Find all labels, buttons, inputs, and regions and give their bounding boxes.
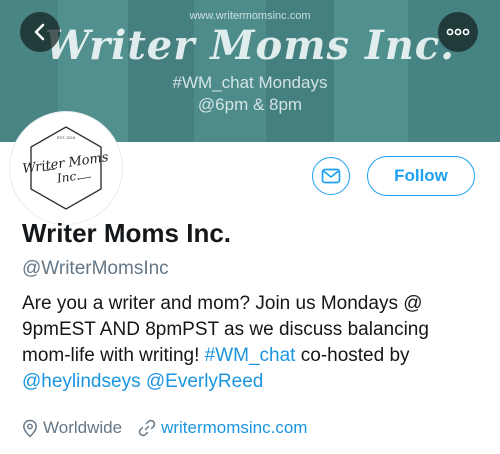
banner-hashtag-line: #WM_chat Mondays: [172, 73, 328, 92]
profile-page: www.writermomsinc.com Writer Moms Inc. #…: [0, 0, 500, 454]
username-handle: @WriterMomsInc: [22, 258, 169, 279]
website-link[interactable]: writermomsinc.com: [161, 418, 307, 438]
hashtag-link[interactable]: #WM_chat: [205, 345, 296, 366]
profile-meta: Worldwide writermomsinc.com: [22, 418, 307, 438]
banner-title: Writer Moms Inc.: [44, 22, 456, 69]
avatar[interactable]: EST. 2016 Writer Moms Inc.: [10, 112, 122, 224]
message-button[interactable]: [312, 157, 350, 195]
location-pin-icon: [23, 419, 37, 438]
banner-url-text: www.writermomsinc.com: [189, 10, 311, 22]
location: Worldwide: [22, 418, 122, 438]
writer-moms-logo: EST. 2016 Writer Moms Inc.: [22, 126, 110, 210]
more-options-button[interactable]: [438, 12, 478, 52]
back-button[interactable]: [20, 12, 60, 52]
logo-line-2: Inc.: [55, 169, 81, 186]
logo-est-text: EST. 2016: [57, 135, 76, 140]
mention-link-everlyreed[interactable]: @EverlyReed: [146, 371, 264, 392]
more-dots-icon: [446, 28, 470, 36]
display-name: Writer Moms Inc.: [22, 218, 232, 248]
bio: Are you a writer and mom? Join us Monday…: [22, 291, 482, 395]
envelope-icon: [321, 168, 341, 184]
chevron-left-icon: [34, 23, 45, 41]
location-text: Worldwide: [43, 418, 123, 437]
bio-text-2: co-hosted by: [295, 345, 410, 366]
website[interactable]: writermomsinc.com: [138, 418, 307, 438]
link-icon: [138, 419, 156, 437]
follow-button[interactable]: Follow: [367, 156, 475, 196]
mention-link-heylindseys[interactable]: @heylindseys: [22, 371, 141, 392]
